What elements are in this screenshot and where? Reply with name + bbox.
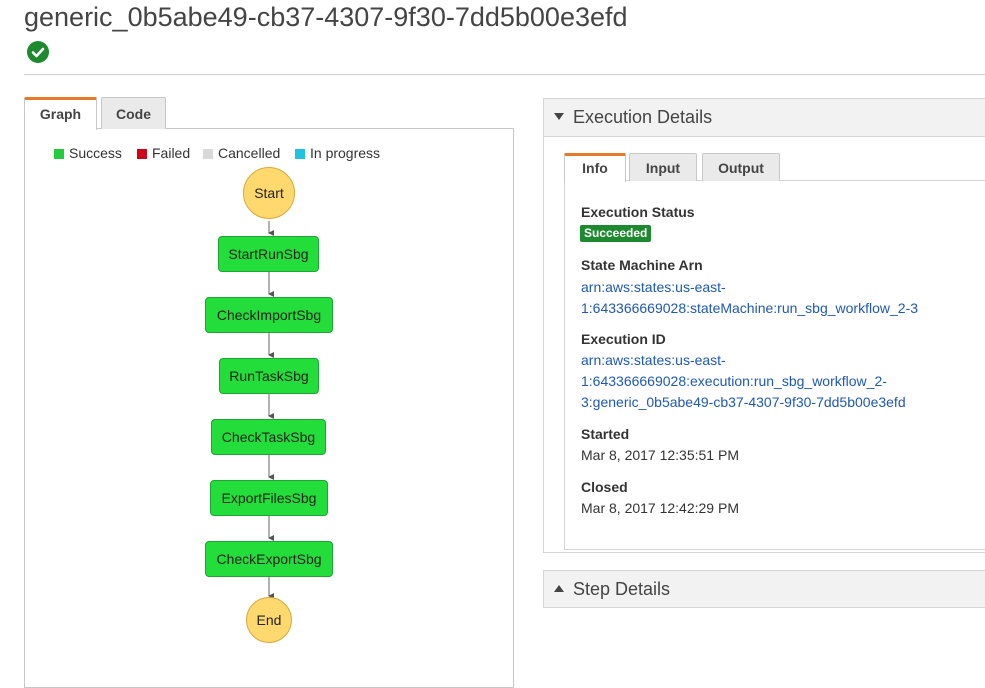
started-label: Started bbox=[581, 426, 630, 442]
tab-graph[interactable]: Graph bbox=[24, 97, 97, 130]
status-badge: Succeeded bbox=[580, 225, 652, 242]
state-node-startrunsbg[interactable]: StartRunSbg bbox=[218, 236, 319, 272]
started-value: Mar 8, 2017 12:35:51 PM bbox=[581, 447, 739, 463]
success-check-icon bbox=[27, 41, 49, 63]
caret-up-icon bbox=[554, 585, 564, 592]
execution-id-link-line3[interactable]: 3:generic_0b5abe49-cb37-4307-9f30-7dd5b0… bbox=[581, 392, 906, 413]
execution-details-header[interactable]: Execution Details bbox=[544, 99, 985, 137]
state-node-runtasksbg[interactable]: RunTaskSbg bbox=[219, 358, 319, 394]
execution-title: generic_0b5abe49-cb37-4307-9f30-7dd5b00e… bbox=[24, 2, 628, 32]
state-node-checkexportsbg[interactable]: CheckExportSbg bbox=[205, 541, 333, 577]
closed-value: Mar 8, 2017 12:42:29 PM bbox=[581, 500, 739, 516]
state-node-exportfilessbg[interactable]: ExportFilesSbg bbox=[210, 480, 328, 516]
end-node[interactable]: End bbox=[246, 597, 292, 643]
tab-output[interactable]: Output bbox=[702, 153, 780, 181]
caret-down-icon bbox=[554, 113, 564, 120]
execution-id-link-line1[interactable]: arn:aws:states:us-east- bbox=[581, 350, 726, 371]
execution-id-link-line2[interactable]: 1:643366669028:execution:run_sbg_workflo… bbox=[581, 371, 887, 392]
state-machine-arn-label: State Machine Arn bbox=[581, 257, 703, 273]
state-machine-arn-link-line2[interactable]: 1:643366669028:stateMachine:run_sbg_work… bbox=[581, 298, 918, 319]
state-node-checktasksbg[interactable]: CheckTaskSbg bbox=[211, 419, 326, 455]
tab-input[interactable]: Input bbox=[629, 153, 697, 181]
tab-info[interactable]: Info bbox=[564, 153, 626, 182]
step-details-title: Step Details bbox=[573, 579, 671, 599]
execution-status-label: Execution Status bbox=[581, 204, 695, 220]
step-details-header[interactable]: Step Details bbox=[543, 570, 985, 608]
start-node[interactable]: Start bbox=[243, 167, 295, 219]
state-machine-arn-link-line1[interactable]: arn:aws:states:us-east- bbox=[581, 277, 726, 298]
tab-code[interactable]: Code bbox=[101, 97, 166, 129]
state-node-checkimportsbg[interactable]: CheckImportSbg bbox=[205, 297, 333, 333]
execution-details-title: Execution Details bbox=[573, 107, 713, 127]
title-divider bbox=[24, 74, 985, 75]
execution-id-label: Execution ID bbox=[581, 331, 666, 347]
closed-label: Closed bbox=[581, 479, 628, 495]
